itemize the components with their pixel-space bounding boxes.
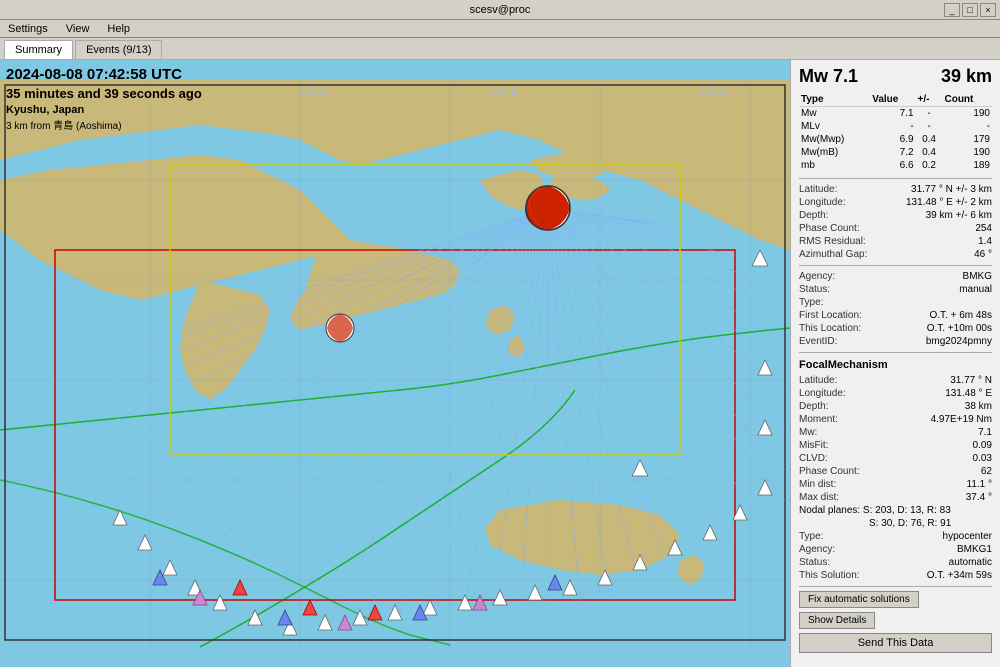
fix-automatic-button[interactable]: Fix automatic solutions bbox=[799, 591, 919, 608]
focal-agency-row: This Solution:O.T. +34m 59s bbox=[799, 569, 992, 582]
divider-2 bbox=[799, 265, 992, 266]
focal-agency-row: Status:automatic bbox=[799, 556, 992, 569]
focal-detail-row: Longitude:131.48 ° E bbox=[799, 387, 992, 400]
tab-events[interactable]: Events (9/13) bbox=[75, 40, 162, 59]
magnitude-table: Type Value +/- Count Mw7.1-190MLv---Mw(M… bbox=[799, 93, 992, 172]
agency-details: Agency:BMKGStatus:manualType:First Locat… bbox=[799, 270, 992, 348]
event-region: Kyushu, Japan bbox=[6, 104, 84, 116]
focal-detail-row: MisFit:0.09 bbox=[799, 439, 992, 452]
location-detail-row: Longitude:131.48 ° E +/- 2 km bbox=[799, 196, 992, 209]
divider-4 bbox=[799, 586, 992, 587]
col-type: Type bbox=[799, 93, 870, 107]
location-detail-row: RMS Residual:1.4 bbox=[799, 235, 992, 248]
focal-detail-row: Latitude:31.77 ° N bbox=[799, 374, 992, 387]
location-detail-row: Depth:39 km +/- 6 km bbox=[799, 209, 992, 222]
magnitude-row: Mw(Mwp)6.90.4179 bbox=[799, 133, 992, 146]
divider-3 bbox=[799, 352, 992, 353]
focal-details: Latitude:31.77 ° NLongitude:131.48 ° EDe… bbox=[799, 374, 992, 504]
map-area[interactable]: 120 E 150 E 180 E bbox=[0, 60, 790, 667]
bottom-buttons: Fix automatic solutions Show Details bbox=[799, 591, 992, 629]
show-details-button[interactable]: Show Details bbox=[799, 612, 875, 629]
close-button[interactable]: × bbox=[980, 3, 996, 17]
menu-help[interactable]: Help bbox=[103, 22, 134, 36]
location-details: Latitude:31.77 ° N +/- 3 kmLongitude:131… bbox=[799, 183, 992, 261]
focal-agency-row: Type:hypocenter bbox=[799, 530, 992, 543]
window-controls[interactable]: _ □ × bbox=[944, 3, 996, 17]
magnitude-row: Mw7.1-190 bbox=[799, 107, 992, 121]
agency-detail-row: First Location:O.T. + 6m 48s bbox=[799, 309, 992, 322]
focal-detail-row: Phase Count:62 bbox=[799, 465, 992, 478]
nodal-planes-1: Nodal planes: S: 203, D: 13, R: 83 bbox=[799, 504, 992, 517]
focal-detail-row: Moment:4.97E+19 Nm bbox=[799, 413, 992, 426]
focal-detail-row: Depth:38 km bbox=[799, 400, 992, 413]
info-panel: Mw 7.1 39 km Type Value +/- Count Mw7.1-… bbox=[790, 60, 1000, 667]
tabbar: Summary Events (9/13) bbox=[0, 38, 1000, 60]
location-detail-row: Latitude:31.77 ° N +/- 3 km bbox=[799, 183, 992, 196]
main-layout: 120 E 150 E 180 E bbox=[0, 60, 1000, 667]
magnitude-row: Mw(mB)7.20.4190 bbox=[799, 146, 992, 159]
menu-view[interactable]: View bbox=[62, 22, 94, 36]
col-pm: +/- bbox=[916, 93, 943, 107]
focal-detail-row: Min dist:11.1 ° bbox=[799, 478, 992, 491]
agency-detail-row: Agency:BMKG bbox=[799, 270, 992, 283]
location-detail-row: Azimuthal Gap:46 ° bbox=[799, 248, 992, 261]
focal-agency-details: Type:hypocenterAgency:BMKG1Status:automa… bbox=[799, 530, 992, 582]
magnitude-row: MLv--- bbox=[799, 120, 992, 133]
menubar: Settings View Help bbox=[0, 20, 1000, 38]
svg-text:150 E: 150 E bbox=[490, 86, 519, 98]
titlebar: scesv@proc _ □ × bbox=[0, 0, 1000, 20]
focal-agency-row: Agency:BMKG1 bbox=[799, 543, 992, 556]
event-summary-header: Mw 7.1 39 km bbox=[799, 66, 992, 87]
svg-text:120 E: 120 E bbox=[300, 86, 329, 98]
menu-settings[interactable]: Settings bbox=[4, 22, 52, 36]
event-distance: 3 km from 青島 (Aoshima) bbox=[6, 117, 122, 132]
depth-display: 39 km bbox=[941, 66, 992, 87]
minimize-button[interactable]: _ bbox=[944, 3, 960, 17]
agency-detail-row: Status:manual bbox=[799, 283, 992, 296]
mw-display: Mw 7.1 bbox=[799, 66, 858, 87]
send-data-button[interactable]: Send This Data bbox=[799, 633, 992, 653]
col-count: Count bbox=[942, 93, 992, 107]
agency-detail-row: Type: bbox=[799, 296, 992, 309]
magnitude-row: mb6.60.2189 bbox=[799, 159, 992, 172]
event-ago: 35 minutes and 39 seconds ago bbox=[6, 86, 202, 101]
window-title: scesv@proc bbox=[470, 4, 531, 16]
focal-detail-row: CLVD:0.03 bbox=[799, 452, 992, 465]
focal-detail-row: Mw:7.1 bbox=[799, 426, 992, 439]
agency-detail-row: This Location:O.T. +10m 00s bbox=[799, 322, 992, 335]
divider-1 bbox=[799, 178, 992, 179]
maximize-button[interactable]: □ bbox=[962, 3, 978, 17]
event-datetime: 2024-08-08 07:42:58 UTC bbox=[6, 66, 182, 83]
focal-detail-row: Max dist:37.4 ° bbox=[799, 491, 992, 504]
nodal-planes-2: S: 30, D: 76, R: 91 bbox=[799, 517, 992, 530]
focal-mechanism-title: FocalMechanism bbox=[799, 359, 992, 371]
location-detail-row: Phase Count:254 bbox=[799, 222, 992, 235]
agency-detail-row: EventID:bmg2024pmny bbox=[799, 335, 992, 348]
svg-text:180 E: 180 E bbox=[700, 86, 729, 98]
tab-summary[interactable]: Summary bbox=[4, 40, 73, 59]
col-value: Value bbox=[870, 93, 915, 107]
